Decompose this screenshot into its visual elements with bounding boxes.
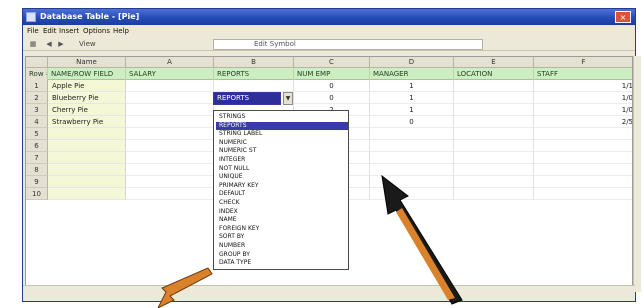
arrow-right-fill-icon (396, 208, 455, 300)
arrow-left-icon (157, 267, 213, 308)
arrow-right-icon (381, 174, 463, 305)
annotation-arrows (157, 174, 463, 308)
